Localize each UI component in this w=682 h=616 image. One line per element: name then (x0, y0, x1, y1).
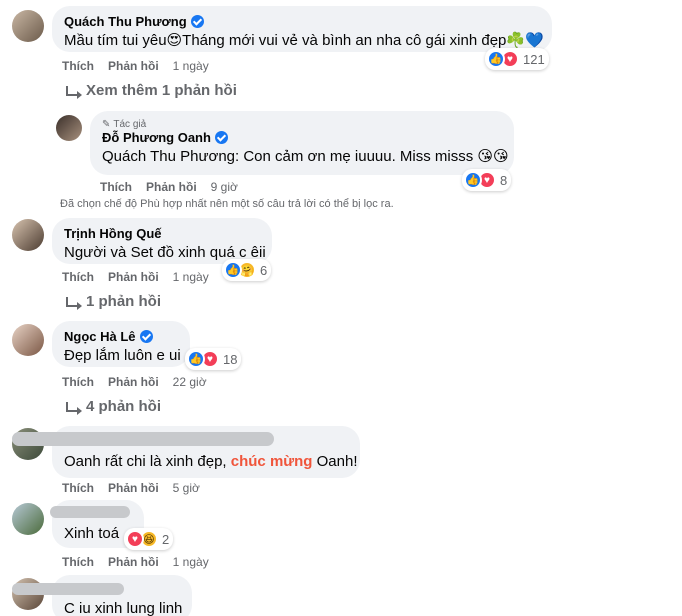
like-button[interactable]: Thích (62, 59, 94, 73)
comment-text: Oanh rất chi là xinh đẹp, chúc mừng Oanh… (64, 453, 358, 470)
like-button[interactable]: Thích (100, 180, 132, 194)
reply-button[interactable]: Phản hồi (108, 375, 159, 389)
avatar[interactable] (12, 10, 44, 42)
comment-text: Mầu tím tui yêu😍Tháng mới vui vẻ và bình… (64, 32, 544, 49)
comment-time[interactable]: 1 ngày (173, 59, 209, 73)
like-icon: 👍 (224, 261, 242, 279)
reaction-summary[interactable]: 👍 ♥ 18 (185, 348, 242, 370)
verified-badge-icon (190, 15, 204, 28)
verified-badge-icon (214, 131, 228, 144)
reply-button[interactable]: Phản hồi (108, 270, 159, 284)
comment-actions: Thích Phản hồi 22 giờ (62, 375, 207, 389)
pen-icon: ✎ (102, 119, 111, 130)
comment-time[interactable]: 22 giờ (173, 375, 207, 389)
avatar[interactable] (12, 219, 44, 251)
redacted-name (50, 506, 130, 518)
reply-button[interactable]: Phản hồi (108, 555, 159, 569)
reaction-summary[interactable]: 👍 ♥ 121 (485, 48, 549, 70)
reaction-count: 2 (162, 531, 170, 547)
comment-text: Quách Thu Phương: Con cảm ơn mẹ iuuuu. M… (102, 148, 509, 165)
comment-time[interactable]: 1 ngày (173, 270, 209, 284)
mention-link[interactable]: Quách Thu Phương (102, 148, 235, 165)
like-button[interactable]: Thích (62, 481, 94, 495)
view-replies[interactable]: 4 phản hồi (66, 398, 161, 415)
commenter-name[interactable]: Quách Thu Phương (64, 14, 187, 29)
comment-time[interactable]: 5 giờ (173, 481, 200, 495)
reaction-count: 18 (223, 351, 238, 367)
comment-actions: Thích Phản hồi 5 giờ (62, 481, 200, 495)
comment-bubble: Oanh rất chi là xinh đẹp, chúc mừng Oanh… (12, 426, 360, 478)
reaction-summary[interactable]: 👍 🤗 6 (222, 259, 272, 281)
view-more-replies[interactable]: Xem thêm 1 phản hồi (66, 82, 237, 99)
reaction-summary[interactable]: ♥ 😆 2 (124, 528, 174, 550)
reply-arrow-icon (66, 401, 82, 415)
redacted-name (12, 432, 274, 446)
comment-text: Đẹp lắm luôn e ui (64, 347, 181, 364)
reaction-summary[interactable]: 👍 ♥ 8 (462, 169, 512, 191)
commenter-name[interactable]: Ngọc Hà Lê (64, 329, 136, 344)
like-button[interactable]: Thích (62, 375, 94, 389)
commenter-name[interactable]: Đỗ Phương Oanh (102, 130, 211, 145)
comment-bubble: ✎ Tác giả Đỗ Phương Oanh Quách Thu Phươn… (90, 111, 514, 175)
avatar[interactable] (12, 324, 44, 356)
reaction-count: 8 (500, 172, 508, 188)
redacted-name (12, 583, 124, 595)
comment-text: Xinh toá (64, 525, 120, 542)
comment-bubble: Trịnh Hồng Quế Người và Set đồ xinh quá … (52, 218, 272, 264)
view-replies[interactable]: 1 phản hồi (66, 293, 161, 310)
reply-button[interactable]: Phản hồi (146, 180, 197, 194)
heart-icon: ♥ (126, 530, 144, 548)
verified-badge-icon (139, 330, 153, 343)
comment-actions: Thích Phản hồi 1 ngày (62, 555, 209, 569)
comment-actions: Thích Phản hồi 9 giờ (100, 180, 238, 194)
reaction-count: 121 (523, 51, 545, 67)
reaction-count: 6 (260, 262, 268, 278)
author-tag: ✎ Tác giả (102, 119, 147, 130)
like-button[interactable]: Thích (62, 270, 94, 284)
avatar[interactable] (12, 503, 44, 535)
reply-button[interactable]: Phản hồi (108, 59, 159, 73)
comment-bubble: Quách Thu Phương Mầu tím tui yêu😍Tháng m… (52, 6, 552, 52)
reply-arrow-icon (66, 296, 82, 310)
comment-bubble: Ngọc Hà Lê Đẹp lắm luôn e ui (52, 321, 190, 367)
like-icon: 👍 (187, 350, 205, 368)
comment-time[interactable]: 9 giờ (211, 180, 238, 194)
like-icon: 👍 (464, 171, 482, 189)
like-icon: 👍 (487, 50, 505, 68)
comment-bubble: C iu xinh lung linh (12, 575, 192, 616)
comment-time[interactable]: 1 ngày (173, 555, 209, 569)
comment-text: C iu xinh lung linh (64, 600, 183, 616)
reply-arrow-icon (66, 85, 82, 99)
avatar[interactable] (56, 115, 82, 141)
filter-note: Đã chọn chế độ Phù hợp nhất nên một số c… (60, 198, 394, 210)
comment-actions: Thích Phản hồi 1 ngày (62, 270, 209, 284)
comment-actions: Thích Phản hồi 1 ngày (62, 59, 209, 73)
like-button[interactable]: Thích (62, 555, 94, 569)
reply-button[interactable]: Phản hồi (108, 481, 159, 495)
commenter-name[interactable]: Trịnh Hồng Quế (64, 226, 162, 241)
hashtag-highlight[interactable]: chúc mừng (231, 453, 313, 470)
